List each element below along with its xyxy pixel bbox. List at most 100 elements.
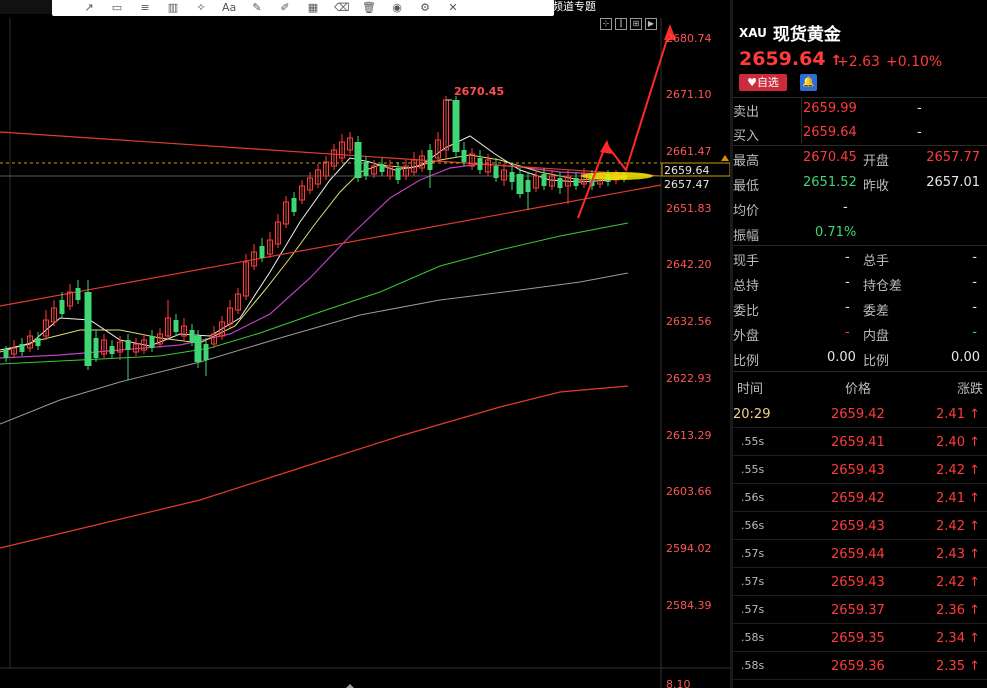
candle-body <box>19 344 25 352</box>
chart-area[interactable]: 2670.45 2680.74 2671.10 2661.47 2651.83 2642… <box>0 0 730 688</box>
toolbar-left-strip <box>0 0 52 14</box>
sell-row: 卖出 2659.99 - <box>733 97 987 121</box>
drawing-toolbar[interactable]: ↗ ▭ ≡ ▥ ✧ Aa ✎ ✐ ▦ ⌫ 🗑 ◉ ⚙ ✕ <box>52 0 554 16</box>
inner-volume-value: - <box>972 325 977 340</box>
candlestick-chart[interactable]: 2670.45 2680.74 2671.10 2661.47 2651.83 2642… <box>0 0 730 688</box>
ma-red-long <box>0 385 629 549</box>
crosshair-icon[interactable]: ⊹ <box>600 18 612 30</box>
candle-body <box>354 142 362 178</box>
candle-body <box>461 150 467 162</box>
tick-change: 2.34 ↑ <box>936 631 980 646</box>
ratio2-label: 比例 <box>863 354 890 369</box>
candle-body <box>194 336 202 362</box>
open-interest-value: - <box>845 275 850 290</box>
heart-icon: ♥ <box>747 76 757 89</box>
price-axis-label: 2594.02 <box>666 542 712 555</box>
outer-volume-label: 外盘 <box>733 329 760 344</box>
quote-panel: XAU 现货黄金 2659.64 ↑ +2.63 +0.10% ♥自选 🔔 卖出… <box>733 0 987 688</box>
stat-row-hold: 总持 - 持仓差 - <box>733 271 987 295</box>
low-label: 最低 <box>733 179 760 194</box>
topic-label[interactable]: 频道专题 <box>552 0 596 14</box>
cursor-icon[interactable]: ↗ <box>82 2 96 14</box>
high-marker-label: 2670.45 <box>454 85 504 98</box>
tick-price: 2659.36 <box>831 659 885 674</box>
pencil-icon[interactable]: ✎ <box>250 2 264 14</box>
alert-bell-button[interactable]: 🔔 <box>800 74 817 91</box>
candle-body <box>3 350 9 358</box>
tick-row: .58s 2659.35 2.34 ↑ <box>733 624 987 652</box>
eye-icon[interactable]: ◉ <box>390 2 404 14</box>
tick-time: 20:29 <box>733 407 771 422</box>
high-value: 2670.45 <box>803 150 857 165</box>
tick-time: .57s <box>741 547 765 560</box>
candle-body <box>395 168 401 180</box>
price-change: +2.63 <box>837 54 880 70</box>
sell-price: 2659.99 <box>803 101 857 116</box>
shapes-icon[interactable]: ✧ <box>194 2 208 14</box>
open-interest-label: 总持 <box>733 279 760 294</box>
tick-time: .56s <box>741 491 765 504</box>
inner-volume-label: 内盘 <box>863 329 890 344</box>
current-price-tag: 2659.64 <box>664 164 710 177</box>
bars-icon[interactable]: ▥ <box>166 2 180 14</box>
price-change-percent: +0.10% <box>886 54 943 70</box>
eraser-icon[interactable]: ⌫ <box>334 2 350 14</box>
price-axis-label: 2661.47 <box>666 145 712 158</box>
candle-body <box>93 338 99 358</box>
tick-price: 2659.41 <box>831 435 885 450</box>
ma-magenta <box>0 163 629 359</box>
tick-time: .57s <box>741 575 765 588</box>
oi-change-label: 持仓差 <box>863 279 903 294</box>
candle-body <box>525 180 531 192</box>
buy-volume: - <box>917 125 922 140</box>
tick-header-time: 时间 <box>737 382 764 397</box>
tag-arrow-icon <box>721 155 729 161</box>
text-icon[interactable]: Aa <box>222 2 236 14</box>
bid-diff-label: 委差 <box>863 304 890 319</box>
prev-close-value: 2657.01 <box>926 175 980 190</box>
close-icon[interactable]: ✕ <box>446 2 460 14</box>
tick-change: 2.41 ↑ <box>936 407 980 422</box>
candle-body <box>379 164 385 172</box>
favorite-label: 自选 <box>756 76 779 89</box>
buy-label: 买入 <box>733 129 760 144</box>
tick-price: 2659.43 <box>831 519 885 534</box>
bid-diff-value: - <box>972 300 977 315</box>
tick-time: .58s <box>741 631 765 644</box>
bid-ratio-label: 委比 <box>733 304 760 319</box>
ratio2-value: 0.00 <box>951 350 980 365</box>
candle-body <box>109 346 115 354</box>
candle-body <box>291 198 297 212</box>
brush-icon[interactable]: ✐ <box>278 2 292 14</box>
zoom-out-icon[interactable]: ⫿ <box>615 18 627 30</box>
settings-icon[interactable]: ⚙ <box>418 2 432 14</box>
price-axis-label: 2603.66 <box>666 485 712 498</box>
price-axis-label: 2584.39 <box>666 599 712 612</box>
candle-body <box>59 300 65 314</box>
rectangle-icon[interactable]: ▭ <box>110 2 124 14</box>
add-favorite-button[interactable]: ♥自选 <box>739 74 787 91</box>
stat-row-ratio: 比例 0.00 比例 0.00 <box>733 346 987 370</box>
zoom-controls[interactable]: ⊹ ⫿ ⊞ ▶ <box>600 18 657 30</box>
tick-row: .57s 2659.44 2.43 ↑ <box>733 540 987 568</box>
candle-body <box>363 162 369 176</box>
zoom-in-icon[interactable]: ⊞ <box>630 18 642 30</box>
tick-change: 2.42 ↑ <box>936 519 980 534</box>
candle-body <box>125 340 131 350</box>
tick-change: 2.36 ↑ <box>936 603 980 618</box>
layout-icon[interactable]: ▦ <box>306 2 320 14</box>
horizontal-line-icon[interactable]: ≡ <box>138 2 152 14</box>
tick-time: .55s <box>741 463 765 476</box>
candle-body <box>452 100 460 152</box>
trash-icon[interactable]: 🗑 <box>362 2 376 14</box>
buy-price: 2659.64 <box>803 125 857 140</box>
tick-change: 2.43 ↑ <box>936 547 980 562</box>
stat-row-low: 最低 2651.52 昨收 2657.01 <box>733 171 987 195</box>
price-axis-label: 2642.20 <box>666 258 712 271</box>
ratio-value: 0.00 <box>827 350 856 365</box>
tick-price: 2659.44 <box>831 547 885 562</box>
tick-price: 2659.43 <box>831 463 885 478</box>
fullscreen-icon[interactable]: ▶ <box>645 18 657 30</box>
tick-price: 2659.37 <box>831 603 885 618</box>
candle-body <box>516 174 524 194</box>
